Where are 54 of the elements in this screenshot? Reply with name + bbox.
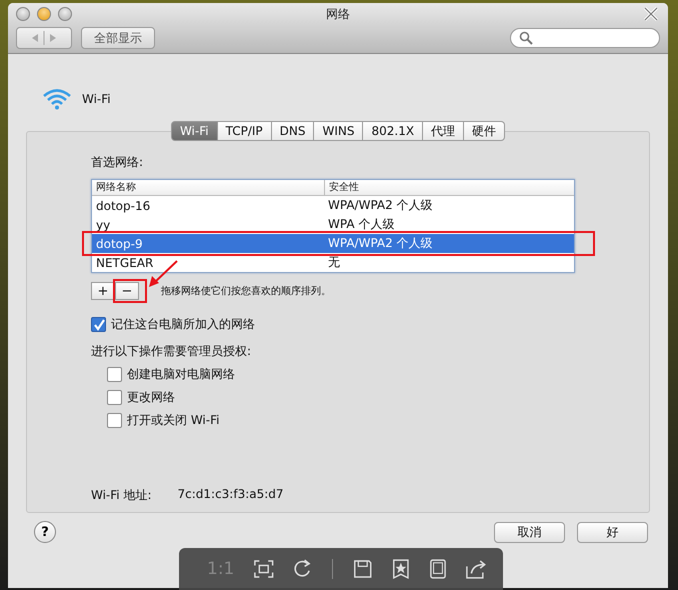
checkbox[interactable] [107, 413, 122, 428]
hint-text: 拖移网络使它们按您喜欢的顺序排列。 [161, 284, 331, 298]
search-icon [519, 31, 533, 45]
save-icon[interactable] [352, 558, 372, 580]
tab[interactable]: 代理 [423, 121, 464, 141]
checkbox[interactable] [107, 367, 122, 382]
column-header[interactable]: 安全性 [325, 180, 574, 195]
close-icon[interactable] [642, 5, 660, 23]
tab[interactable]: 硬件 [464, 121, 506, 141]
checkbox-label: 更改网络 [127, 389, 175, 406]
tab[interactable]: Wi-Fi [170, 121, 218, 141]
security-type: WPA/WPA2 个人级 [327, 235, 434, 252]
bookmark-star-icon[interactable] [392, 558, 410, 580]
add-button[interactable]: + [91, 282, 115, 300]
search-field[interactable] [510, 28, 660, 48]
ok-button[interactable]: 好 [577, 522, 648, 542]
table-row[interactable]: dotop-9 WPA/WPA2 个人级 [92, 234, 574, 253]
network-name: NETGEAR [95, 256, 154, 270]
window-title: 网络 [325, 6, 351, 22]
section-label: 首选网络: [91, 154, 144, 171]
address-label: Wi-Fi 地址: [91, 487, 152, 504]
security-type: WPA/WPA2 个人级 [327, 197, 434, 214]
tab[interactable]: TCP/IP [218, 121, 272, 141]
tab[interactable]: DNS [272, 121, 314, 141]
highlight-frame [113, 279, 147, 303]
wifi-icon [42, 87, 72, 111]
service-name: Wi-Fi [82, 92, 111, 106]
checkbox-label: 打开或关闭 Wi-Fi [127, 412, 220, 429]
table-row[interactable]: dotop-16 WPA/WPA2 个人级 [92, 196, 574, 215]
share-icon[interactable] [466, 558, 487, 580]
security-type: 无 [327, 254, 341, 271]
column-header[interactable]: 网络名称 [92, 180, 325, 195]
remove-button[interactable]: − [115, 282, 139, 300]
fit-screen-icon[interactable] [254, 559, 274, 579]
checkbox[interactable] [91, 317, 106, 332]
show-all-button[interactable]: 全部显示 [81, 27, 155, 49]
section-label: 进行以下操作需要管理员授权: [91, 343, 252, 360]
tab[interactable]: 802.1X [363, 121, 424, 141]
network-name: dotop-9 [95, 236, 144, 250]
tablet-icon[interactable] [430, 558, 446, 580]
address-value: 7c:d1:c3:f3:a5:d7 [178, 487, 284, 503]
network-name: dotop-16 [95, 198, 152, 212]
tab[interactable]: WINS [314, 121, 364, 141]
zoom-light[interactable] [58, 7, 72, 21]
security-type: WPA 个人级 [327, 216, 396, 233]
back-forward-control[interactable] [16, 27, 72, 49]
minimize-light[interactable] [37, 7, 51, 21]
close-light[interactable] [16, 7, 30, 21]
cancel-button[interactable]: 取消 [494, 522, 565, 542]
checkbox-label: 创建电脑对电脑网络 [127, 366, 235, 383]
checkbox-label: 记住这台电脑所加入的网络 [111, 316, 255, 333]
help-button[interactable]: ? [34, 521, 56, 543]
table-row[interactable]: NETGEAR 无 [92, 253, 574, 272]
checkbox[interactable] [107, 390, 122, 405]
